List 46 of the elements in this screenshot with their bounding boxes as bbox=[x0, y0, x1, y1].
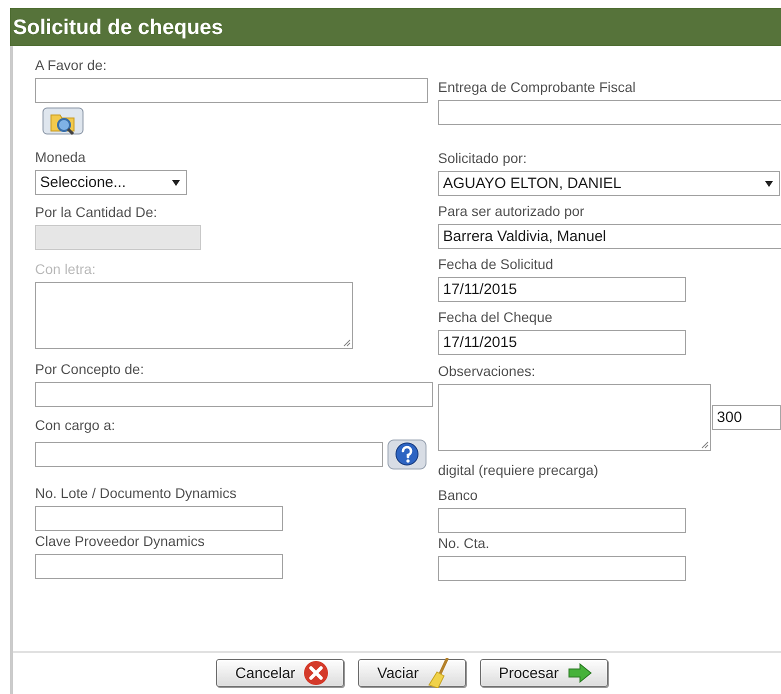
text-field[interactable]: 17/11/2015 bbox=[438, 277, 686, 302]
note-text: digital (requiere precarga) bbox=[438, 461, 598, 479]
field-label: Por la Cantidad De: bbox=[35, 203, 158, 221]
cancel-button[interactable]: Cancelar bbox=[216, 659, 344, 687]
field-label: A Favor de: bbox=[35, 56, 107, 74]
window-title: Solicitud de cheques bbox=[10, 8, 781, 46]
text-field[interactable] bbox=[438, 100, 781, 125]
text-field[interactable]: Barrera Valdivia, Manuel bbox=[438, 224, 781, 249]
folder-search-icon[interactable] bbox=[42, 107, 84, 136]
text-area[interactable] bbox=[438, 384, 711, 451]
help-icon[interactable] bbox=[387, 438, 427, 471]
resize-grip-icon[interactable] bbox=[342, 338, 351, 347]
field-label: Por Concepto de: bbox=[35, 360, 144, 378]
text-field[interactable] bbox=[35, 554, 283, 579]
field-label: No. Cta. bbox=[438, 534, 490, 552]
field-label: Clave Proveedor Dynamics bbox=[35, 532, 205, 550]
x-circle-icon bbox=[303, 660, 330, 686]
resize-grip-icon[interactable] bbox=[700, 440, 709, 449]
text-field[interactable] bbox=[438, 556, 686, 581]
field-label: Para ser autorizado por bbox=[438, 202, 584, 220]
field-label: Con letra: bbox=[35, 260, 96, 278]
field-label: Observaciones: bbox=[438, 362, 536, 380]
dropdown[interactable]: Seleccione... bbox=[35, 170, 187, 195]
field-label: Entrega de Comprobante Fiscal bbox=[438, 78, 636, 96]
field-label: Fecha de Solicitud bbox=[438, 255, 554, 273]
text-field[interactable] bbox=[438, 508, 686, 533]
field-label: Banco bbox=[438, 486, 478, 504]
dropdown[interactable]: AGUAYO ELTON, DANIEL bbox=[438, 171, 780, 196]
field-label: Fecha del Cheque bbox=[438, 308, 552, 326]
text-area[interactable] bbox=[35, 282, 353, 349]
field-label: Con cargo a: bbox=[35, 416, 116, 434]
field-label: Solicitado por: bbox=[438, 149, 527, 167]
text-field[interactable] bbox=[35, 382, 433, 407]
arrow-right-icon bbox=[566, 662, 593, 684]
caret-icon bbox=[172, 180, 180, 186]
clear-button[interactable]: Vaciar bbox=[358, 659, 466, 687]
field-label: Moneda bbox=[35, 148, 86, 166]
text-field[interactable] bbox=[35, 78, 428, 103]
character-counter: 300 bbox=[712, 405, 781, 430]
process-button[interactable]: Procesar bbox=[480, 659, 608, 687]
text-field[interactable]: 17/11/2015 bbox=[438, 330, 686, 355]
text-field[interactable] bbox=[35, 506, 283, 531]
broom-icon bbox=[426, 658, 451, 688]
field-label: No. Lote / Documento Dynamics bbox=[35, 484, 237, 502]
caret-icon bbox=[765, 180, 773, 186]
text-field[interactable] bbox=[35, 442, 383, 467]
